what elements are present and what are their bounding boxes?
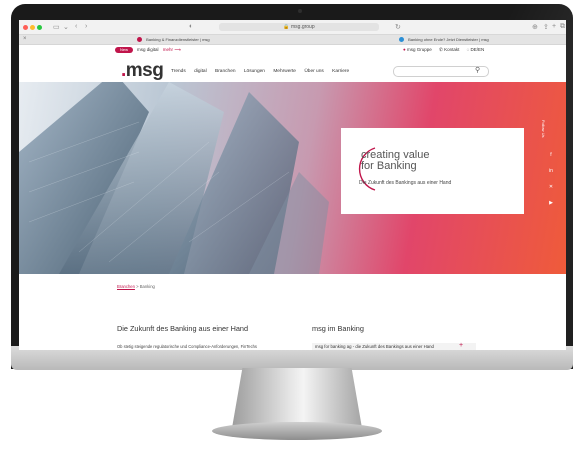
new-badge: New	[115, 47, 133, 53]
main-nav: Trends digital Branchen Lösungen Mehrwer…	[171, 69, 356, 74]
tab-bar: × Banking & Finanzdienstleister | msg Ba…	[19, 35, 566, 45]
new-tab-icon[interactable]: +	[552, 23, 556, 30]
breadcrumb: Branchen > Banking	[117, 284, 155, 289]
xing-icon[interactable]: ✕	[541, 184, 561, 190]
tab-title: Banking & Finanzdienstleister | msg	[146, 37, 210, 42]
main-heading: Die Zukunft des Banking aus einer Hand	[117, 324, 249, 333]
nav-item-ueber-uns[interactable]: Über uns	[304, 69, 323, 74]
tab-banking[interactable]: Banking & Finanzdienstleister | msg	[137, 35, 210, 44]
monitor-stand	[232, 368, 362, 428]
chevron-down-icon[interactable]: ⌄	[63, 23, 69, 31]
hero-title-line2: for Banking	[361, 160, 417, 172]
sidebar-icon[interactable]: ▭	[53, 23, 60, 31]
follow-label: Follow Us	[541, 120, 546, 138]
lock-icon: 🔒	[283, 24, 290, 30]
topbar-more[interactable]: mehr	[163, 47, 173, 52]
topbar-language-link[interactable]: DE/EN	[471, 47, 485, 52]
browser-toolbar: ▭ ⌄ ‹ › ◐ 🔒 msg.group ↻ ⊕ ⇪ + ⧉	[19, 20, 566, 35]
tab-title: Banking ohne Ende? Jetzt Dienstleister |…	[408, 37, 489, 42]
arrow-right-icon: ⟶	[174, 47, 181, 52]
language-icon: ◌	[466, 47, 470, 52]
nav-item-loesungen[interactable]: Lösungen	[244, 69, 265, 74]
download-icon[interactable]: ⊕	[532, 23, 538, 31]
search-icon[interactable]: ⚲	[475, 66, 480, 74]
share-icon[interactable]: ⇪	[543, 23, 549, 31]
nav-item-mehrwerte[interactable]: Mehrwerte	[273, 69, 296, 74]
hero-title: creating value for Banking	[361, 150, 521, 172]
social-bar: Follow Us f in ✕ ▶	[541, 116, 561, 206]
camera	[298, 9, 302, 13]
facebook-icon[interactable]: f	[541, 152, 561, 158]
topbar-contact-link[interactable]: Kontakt	[444, 47, 459, 52]
topbar-link[interactable]: msg digital	[137, 47, 159, 52]
plus-icon[interactable]: +	[459, 342, 463, 349]
nav-item-branchen[interactable]: Branchen	[215, 69, 236, 74]
close-window-button[interactable]	[23, 25, 28, 30]
body-text: Ob stetig steigende regulatorische und C…	[117, 344, 257, 349]
nav-item-digital[interactable]: digital	[194, 69, 207, 74]
address-bar[interactable]: 🔒 msg.group	[219, 23, 379, 31]
hero-card: creating value for Banking Die Zukunft d…	[341, 128, 524, 214]
tab-favicon	[399, 37, 404, 43]
minimize-window-button[interactable]	[30, 25, 35, 30]
tab-overview-icon[interactable]: ⧉	[560, 23, 565, 31]
linkedin-icon[interactable]: in	[541, 168, 561, 174]
zoom-window-button[interactable]	[37, 25, 42, 30]
tab-close-icon[interactable]: ×	[23, 35, 27, 44]
hero-subtitle: Die Zukunft des Bankings aus einer Hand	[359, 180, 452, 186]
reload-icon[interactable]: ↻	[395, 23, 401, 31]
globe-icon: ●	[403, 47, 406, 52]
back-icon[interactable]: ‹	[75, 23, 77, 30]
topbar-links: ● msg Gruppe ✆ Kontakt ◌ DE/EN	[403, 45, 563, 55]
forward-icon[interactable]: ›	[85, 23, 87, 30]
nav-item-karriere[interactable]: Karriere	[332, 69, 349, 74]
privacy-shield-icon[interactable]: ◐	[189, 23, 193, 30]
url-text: msg.group	[291, 24, 315, 30]
side-heading: msg im Banking	[312, 324, 364, 333]
breadcrumb-home-link[interactable]: Branchen	[117, 284, 135, 289]
youtube-icon[interactable]: ▶	[541, 200, 561, 206]
tab-favicon	[137, 37, 142, 43]
nav-item-trends[interactable]: Trends	[171, 69, 186, 74]
accordion-label: msg for banking ag - die Zukunft des Ban…	[315, 344, 434, 349]
topbar-group-link[interactable]: msg Gruppe	[407, 47, 432, 52]
monitor-stand-base	[212, 422, 382, 440]
accordion-item[interactable]: msg for banking ag - die Zukunft des Ban…	[312, 343, 476, 350]
phone-icon: ✆	[439, 47, 443, 52]
screen: ▭ ⌄ ‹ › ◐ 🔒 msg.group ↻ ⊕ ⇪ + ⧉ × Bankin…	[19, 20, 566, 350]
breadcrumb-current: Banking	[139, 284, 155, 289]
tab-banking-2[interactable]: Banking ohne Ende? Jetzt Dienstleister |…	[399, 35, 489, 44]
msg-logo[interactable]: .msg	[121, 60, 164, 82]
